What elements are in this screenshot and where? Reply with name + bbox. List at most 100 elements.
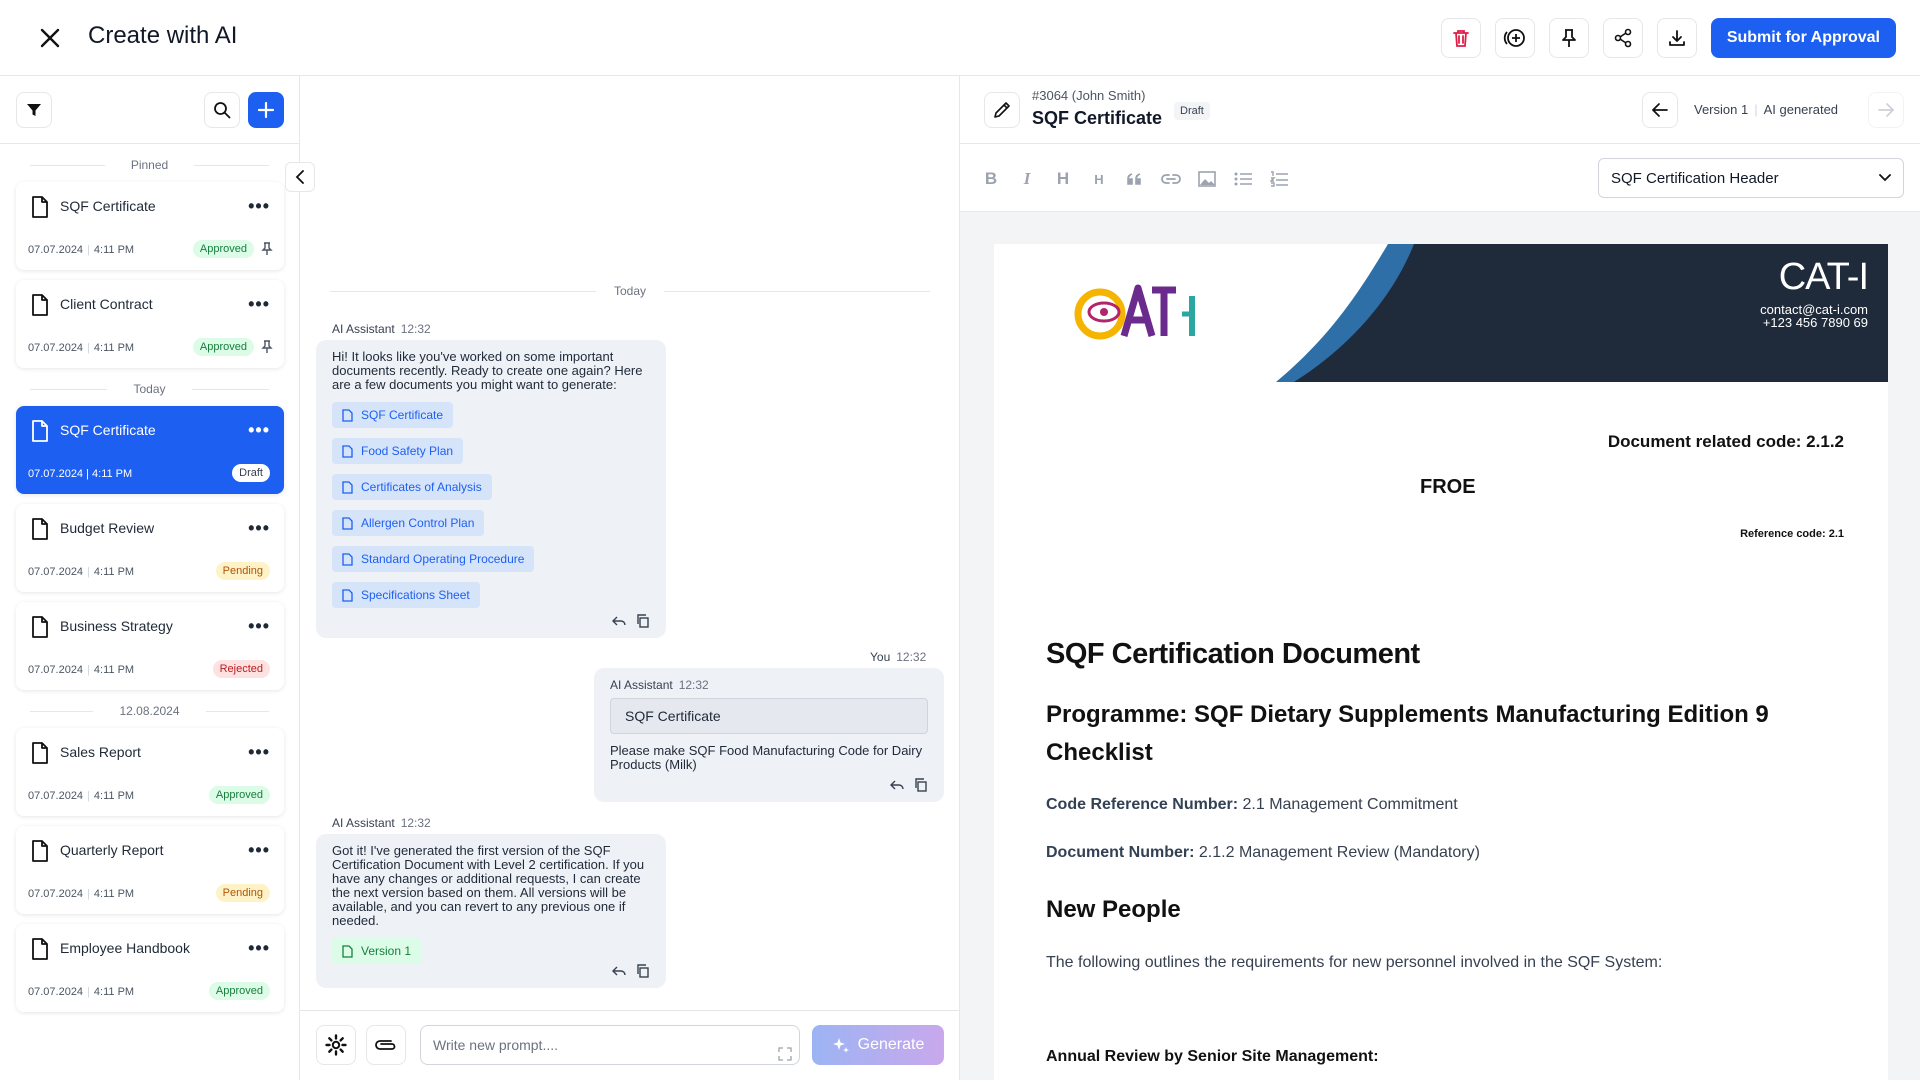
doc-card[interactable]: Business Strategy ••• 07.07.2024 | 4:11 PM… — [16, 602, 284, 690]
doc-date: 07.07.2024 — [28, 986, 84, 998]
heading1-button[interactable]: H — [1052, 168, 1074, 190]
share-button[interactable] — [1602, 18, 1643, 58]
next-version-button[interactable] — [1868, 92, 1904, 128]
more-options-button[interactable]: ••• — [248, 742, 270, 763]
add-document-button[interactable] — [248, 92, 284, 128]
suggestion-chip[interactable]: Standard Operating Procedure — [332, 546, 535, 572]
section-dropdown[interactable]: SQF Certification Header — [1598, 158, 1904, 198]
document-icon — [342, 944, 353, 958]
doc-time: 4:11 PM — [93, 986, 135, 998]
suggestion-chip[interactable]: Allergen Control Plan — [332, 510, 485, 536]
message-actions — [890, 778, 928, 792]
more-options-button[interactable]: ••• — [248, 294, 270, 315]
more-options-button[interactable]: ••• — [248, 616, 270, 637]
doc-title: SQF Certificate — [60, 422, 156, 438]
submit-for-approval-button[interactable]: Submit for Approval — [1710, 18, 1896, 58]
reply-icon[interactable] — [890, 778, 904, 792]
document-number-value: 2.1.2 Management Review (Mandatory) — [1198, 844, 1480, 861]
generate-button[interactable]: Generate — [812, 1025, 944, 1065]
document-id: #3064 (John Smith) — [1032, 88, 1146, 103]
close-icon — [40, 28, 60, 48]
download-button[interactable] — [1656, 18, 1697, 58]
doc-datetime: 07.07.2024 | 4:11 PM — [28, 790, 135, 802]
chip-label: Specifications Sheet — [361, 588, 470, 602]
copy-icon[interactable] — [914, 778, 928, 792]
ai-add-button[interactable] — [1494, 18, 1535, 58]
more-options-button[interactable]: ••• — [248, 420, 270, 441]
message-author: AI Assistant — [332, 322, 395, 336]
doc-card[interactable]: SQF Certificate ••• 07.07.2024 | 4:11 PM A… — [16, 182, 284, 270]
bullet-list-button[interactable] — [1232, 168, 1254, 190]
message-actions — [612, 964, 650, 978]
section-selected: SQF Certification Header — [1611, 169, 1779, 187]
doc-datetime: 07.07.2024 | 4:11 PM — [28, 664, 135, 676]
day-separator: Today — [330, 284, 930, 298]
more-options-button[interactable]: ••• — [248, 938, 270, 959]
heading2-button[interactable]: H — [1088, 168, 1110, 190]
document-icon — [342, 480, 353, 494]
attach-button[interactable] — [366, 1025, 406, 1065]
prompt-input[interactable] — [420, 1025, 800, 1065]
doc-datetime: 07.07.2024 | 4:11 PM — [28, 468, 133, 480]
close-button[interactable] — [34, 22, 66, 54]
doc-card[interactable]: Quarterly Report ••• 07.07.2024 | 4:11 PM … — [16, 826, 284, 914]
doc-card[interactable]: Employee Handbook ••• 07.07.2024 | 4:11 PM… — [16, 924, 284, 1012]
status-badge: Draft — [1174, 102, 1210, 120]
pin-button[interactable] — [1548, 18, 1589, 58]
filter-button[interactable] — [16, 92, 52, 128]
document-banner: CAT-I contact@cat-i.com +123 456 7890 69 — [994, 244, 1888, 382]
pin-icon — [1561, 29, 1576, 47]
group-separator-pinned: Pinned — [30, 154, 269, 176]
page-title: Create with AI — [88, 22, 238, 49]
copy-icon[interactable] — [636, 964, 650, 978]
more-options-button[interactable]: ••• — [248, 196, 270, 217]
chevron-down-icon — [1879, 174, 1891, 182]
copy-icon[interactable] — [636, 614, 650, 628]
reply-icon[interactable] — [612, 614, 626, 628]
more-options-button[interactable]: ••• — [248, 840, 270, 861]
doc-card[interactable]: Client Contract ••• 07.07.2024 | 4:11 PM A… — [16, 280, 284, 368]
quote-time: 12:32 — [678, 678, 709, 692]
bold-button[interactable]: B — [980, 168, 1002, 190]
quoted-document: SQF Certificate — [610, 698, 928, 734]
italic-button[interactable]: I — [1016, 168, 1038, 190]
collapse-sidebar-button[interactable] — [285, 162, 315, 192]
expand-icon[interactable] — [778, 1047, 792, 1061]
doc-card[interactable]: Sales Report ••• 07.07.2024 | 4:11 PM Appr… — [16, 728, 284, 816]
arrow-left-icon — [1652, 103, 1668, 117]
suggestion-chip[interactable]: Specifications Sheet — [332, 582, 480, 608]
rename-button[interactable] — [984, 92, 1020, 128]
doc-card[interactable]: Budget Review ••• 07.07.2024 | 4:11 PM Pen… — [16, 504, 284, 592]
doc-card-selected[interactable]: SQF Certificate ••• 07.07.2024 | 4:11 PM… — [16, 406, 284, 494]
message-header: AI Assistant 12:32 — [332, 816, 431, 830]
document-number-line: Document Number: 2.1.2 Management Review… — [1046, 844, 1480, 862]
code-reference-label: Code Reference Number: — [1046, 796, 1239, 813]
chip-label: Version 1 — [361, 944, 412, 958]
search-button[interactable] — [204, 92, 240, 128]
document-icon — [342, 408, 353, 422]
settings-button[interactable] — [316, 1025, 356, 1065]
editor-header: #3064 (John Smith) SQF Certificate Draft… — [960, 76, 1920, 144]
reply-icon[interactable] — [612, 964, 626, 978]
version-number: Version 1 — [1694, 102, 1749, 117]
version-chip[interactable]: Version 1 — [332, 938, 422, 964]
message-text: Please make SQF Food Manufacturing Code … — [610, 743, 923, 772]
assistant-message: Got it! I've generated the first version… — [316, 834, 666, 988]
numbered-list-button[interactable] — [1268, 168, 1290, 190]
brand-phone: +123 456 7890 69 — [1762, 315, 1868, 330]
status-badge: Pending — [215, 884, 270, 902]
image-button[interactable] — [1196, 168, 1218, 190]
previous-version-button[interactable] — [1642, 92, 1678, 128]
suggestion-chip[interactable]: SQF Certificate — [332, 402, 454, 428]
doc-date: 07.07.2024 — [28, 244, 84, 256]
quote-button[interactable] — [1124, 168, 1146, 190]
link-button[interactable] — [1160, 168, 1182, 190]
top-actions: Submit for Approval — [1440, 18, 1896, 58]
document-title: SQF Certification Document — [1046, 638, 1420, 670]
suggestion-chip[interactable]: Certificates of Analysis — [332, 474, 492, 500]
suggestion-chip[interactable]: Food Safety Plan — [332, 438, 464, 464]
message-author: AI Assistant — [332, 816, 395, 830]
delete-button[interactable] — [1440, 18, 1481, 58]
more-options-button[interactable]: ••• — [248, 518, 270, 539]
assistant-message: Hi! It looks like you've worked on some … — [316, 340, 666, 638]
